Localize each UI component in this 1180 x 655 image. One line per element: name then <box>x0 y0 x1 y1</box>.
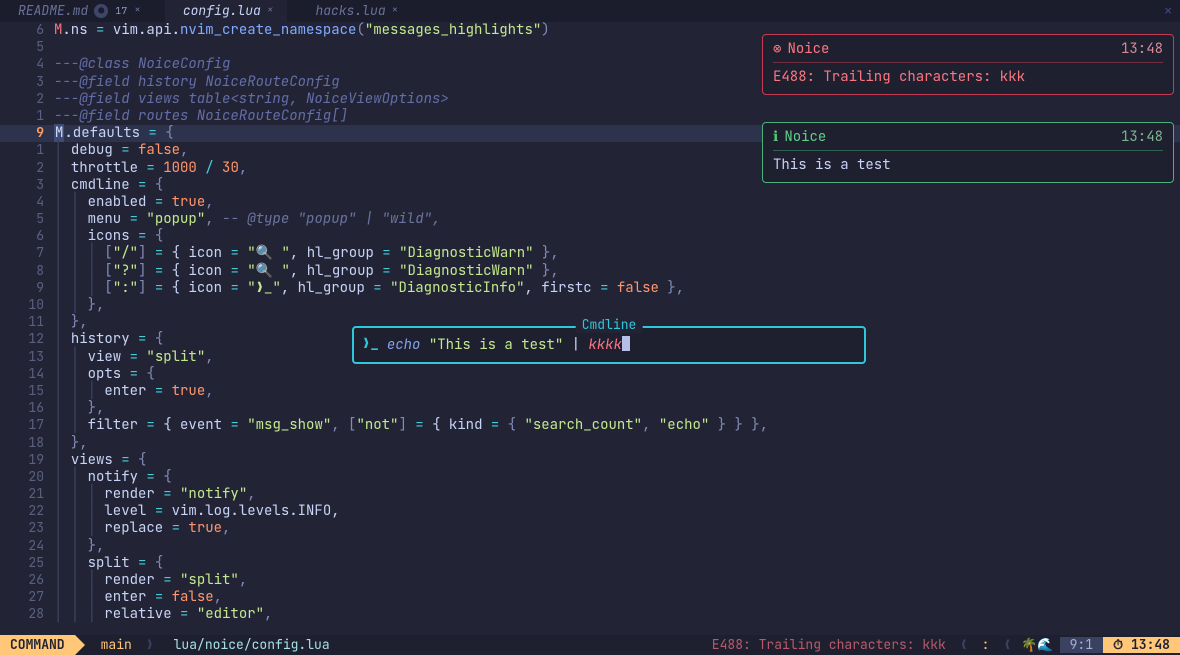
code-line: │ │ │ [":"] = { icon = "❯_", hl_group = … <box>54 280 1180 297</box>
code-line: │ │ }, <box>54 400 1180 417</box>
line-number: 24 <box>0 538 54 554</box>
line-number: 16 <box>0 400 54 416</box>
code-line: │ │ split = { <box>54 555 1180 572</box>
line-number: 4 <box>0 194 54 210</box>
line-number: 22 <box>0 503 54 519</box>
code-line: │ │ │ render = "split", <box>54 572 1180 589</box>
line-number: 7 <box>0 245 54 261</box>
cmdline-title: Cmdline <box>576 317 643 333</box>
tab-diag-count: 17 <box>114 4 128 18</box>
cursor-position: 9:1 <box>1060 637 1103 653</box>
line-number: 1 <box>0 142 54 158</box>
code-line: │ │ │ replace = true, <box>54 520 1180 537</box>
code-line: │ │ │ ["?"] = { icon = "🔍 ", hl_group = … <box>54 263 1180 280</box>
code-line: │ │ opts = { <box>54 366 1180 383</box>
cmdline-popup[interactable]: Cmdline ❯_ echo "This is a test" | kkkk <box>352 326 866 364</box>
statusline: COMMAND main ❯ lua/noice/config.lua E488… <box>0 635 1180 655</box>
line-number: 28 <box>0 606 54 622</box>
line-number: 11 <box>0 314 54 330</box>
code-line: │ │ │ enter = false, <box>54 589 1180 606</box>
file-path: lua/noice/config.lua <box>158 635 340 655</box>
modified-icon: ● <box>94 4 108 18</box>
cursor <box>622 336 630 351</box>
close-window-icon[interactable]: ✕ <box>1156 3 1180 19</box>
tab-label: config.lua <box>183 3 261 19</box>
line-number: 8 <box>0 263 54 279</box>
status-error-msg: E488: Trailing characters: kkk <box>712 637 956 653</box>
line-number: 3 <box>0 74 54 90</box>
line-number: 20 <box>0 469 54 485</box>
line-number: 6 <box>0 228 54 244</box>
line-number: 17 <box>0 417 54 433</box>
notification-time: 13:48 <box>1121 41 1163 58</box>
line-number: 13 <box>0 349 54 365</box>
notification-body: This is a test <box>773 157 1163 174</box>
tabline: README.md ● 17 × config.lua × hacks.lua … <box>0 0 1180 22</box>
tab-hacks[interactable]: hacks.lua × <box>297 0 412 22</box>
close-icon[interactable]: × <box>392 4 399 17</box>
code-line: │ │ │ ["/"] = { icon = "🔍 ", hl_group = … <box>54 245 1180 262</box>
line-number: 2 <box>0 160 54 176</box>
code-line: │ │ │ enter = true, <box>54 383 1180 400</box>
close-icon[interactable]: × <box>267 4 274 17</box>
line-number: 5 <box>0 39 54 55</box>
notification-body: E488: Trailing characters: kkk <box>773 69 1163 86</box>
line-number: 23 <box>0 520 54 536</box>
code-line: │ │ notify = { <box>54 469 1180 486</box>
code-line: │ │ menu = "popup", -- @type "popup" | "… <box>54 211 1180 228</box>
line-number: 6 <box>0 22 54 38</box>
line-number: 5 <box>0 211 54 227</box>
notification-time: 13:48 <box>1121 129 1163 146</box>
code-line: │ │ }, <box>54 538 1180 555</box>
line-number: 26 <box>0 572 54 588</box>
line-number: 1 <box>0 108 54 124</box>
line-number: 3 <box>0 177 54 193</box>
close-icon[interactable]: × <box>134 4 141 17</box>
notification-title: Noice <box>787 41 829 58</box>
code-line: │ │ filter = { event = "msg_show", ["not… <box>54 417 1180 434</box>
tab-config[interactable]: config.lua × <box>165 0 288 22</box>
line-number: 2 <box>0 91 54 107</box>
error-icon: ⊗ <box>773 41 781 58</box>
status-decor-icon: 🌴🌊 <box>1015 637 1059 653</box>
line-number: 12 <box>0 331 54 347</box>
tab-label: README.md <box>18 3 88 19</box>
mode-indicator: COMMAND <box>0 635 75 655</box>
line-number: 9 <box>0 280 54 296</box>
line-number: 21 <box>0 486 54 502</box>
code-line: │ │ │ level = vim.log.levels.INFO, <box>54 503 1180 520</box>
line-number: 27 <box>0 589 54 605</box>
line-number: 19 <box>0 452 54 468</box>
status-echo: : <box>972 637 1000 653</box>
line-number: 15 <box>0 383 54 399</box>
code-line: │ views = { <box>54 452 1180 469</box>
line-number: 25 <box>0 555 54 571</box>
line-number: 10 <box>0 297 54 313</box>
prompt-icon: ❯_ <box>362 336 379 353</box>
line-number: 4 <box>0 56 54 72</box>
line-number: 18 <box>0 435 54 451</box>
git-branch: main <box>85 635 142 655</box>
code-line: │ │ icons = { <box>54 228 1180 245</box>
tab-label: hacks.lua <box>315 3 385 19</box>
notification-title: Noice <box>784 129 826 146</box>
line-number: 14 <box>0 366 54 382</box>
notification-info: ℹ Noice 13:48 This is a test <box>762 122 1174 183</box>
tab-readme[interactable]: README.md ● 17 × <box>0 0 155 22</box>
line-number-current: 9 <box>0 125 54 141</box>
code-line: │ }, <box>54 435 1180 452</box>
clock: ⏱ 13:48 <box>1103 637 1180 653</box>
code-line: │ │ enabled = true, <box>54 194 1180 211</box>
clock-icon: ⏱ <box>1113 636 1123 653</box>
notification-error: ⊗ Noice 13:48 E488: Trailing characters:… <box>762 34 1174 95</box>
info-icon: ℹ <box>773 129 778 146</box>
code-line: │ │ }, <box>54 297 1180 314</box>
cmdline-input[interactable]: echo "This is a test" | kkkk <box>387 336 630 354</box>
code-line: │ │ │ render = "notify", <box>54 486 1180 503</box>
code-line: │ │ │ relative = "editor", <box>54 606 1180 623</box>
